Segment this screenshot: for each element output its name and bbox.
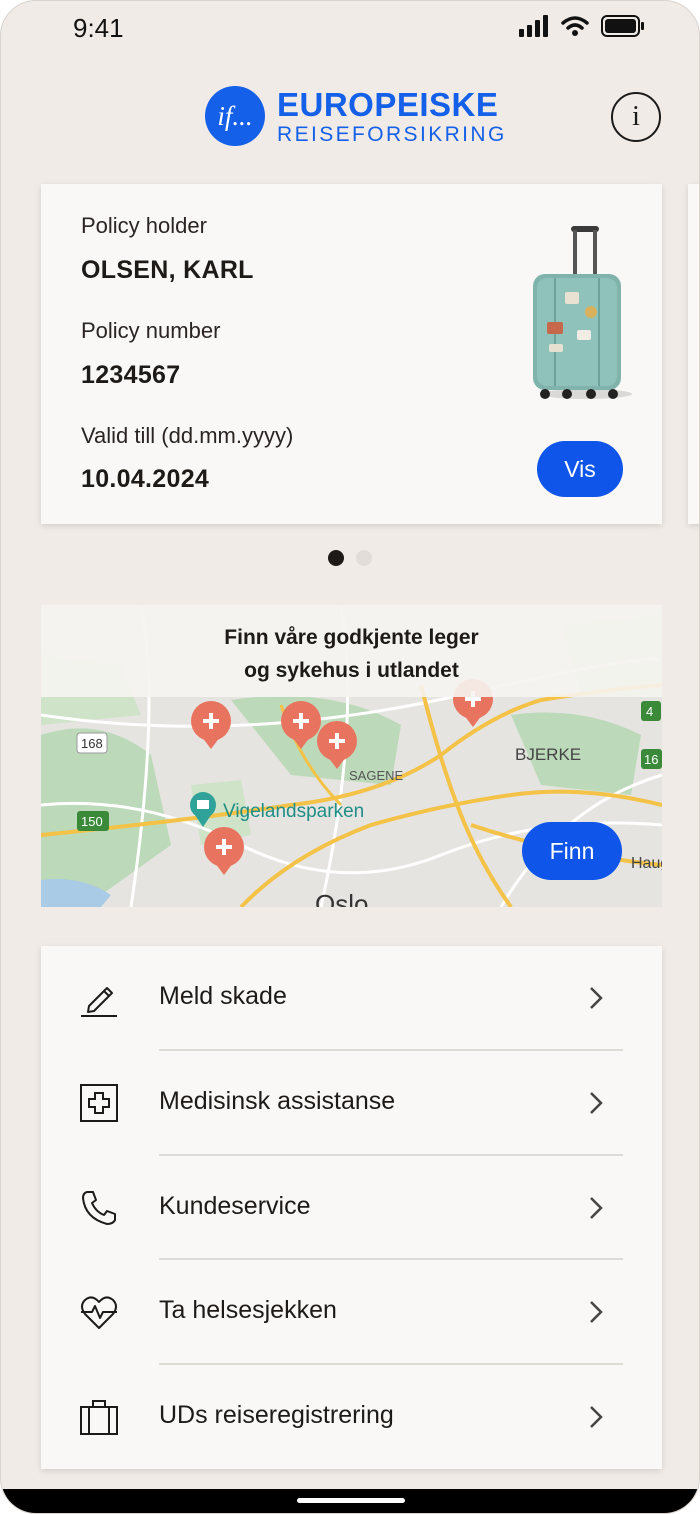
chevron-right-icon (590, 1301, 603, 1323)
pagination-dot-active[interactable] (328, 550, 344, 566)
map-title-line2: og sykehus i utlandet (244, 659, 459, 682)
briefcase-icon (80, 1400, 118, 1435)
policy-number-label: Policy number (81, 318, 221, 343)
map-label-bjerke: BJERKE (515, 745, 582, 764)
brand-title: EUROPEISKE (277, 85, 499, 123)
road-label-168: 168 (81, 736, 103, 751)
map-label-sagene: SAGENE (349, 768, 404, 783)
map-label-vigelandsparken: Vigelandsparken (223, 801, 365, 822)
policy-holder-value: OLSEN, KARL (81, 256, 254, 284)
chevron-right-icon (590, 1092, 603, 1114)
medical-cross-icon (80, 1084, 118, 1122)
info-icon[interactable]: i (611, 92, 661, 142)
menu-item-label: Meld skade (159, 982, 287, 1010)
map-label-haugen: Hauge (631, 855, 662, 872)
chevron-right-icon (590, 1406, 603, 1428)
policy-holder-label: Policy holder (81, 213, 207, 238)
valid-till-label: Valid till (dd.mm.yyyy) (81, 423, 294, 448)
pagination-dot[interactable] (356, 550, 372, 566)
policy-card: Policy holder OLSEN, KARL Policy number … (41, 184, 662, 524)
valid-till-value: 10.04.2024 (81, 465, 210, 493)
phone-screen: 9:41 if... EUROPEISKE REISEFORSIKRING i … (0, 0, 700, 1514)
signal-icon (519, 15, 548, 37)
chevron-right-icon (590, 1197, 603, 1219)
menu-item-kundeservice[interactable]: Kundeservice (41, 1156, 662, 1260)
vis-button[interactable]: Vis (537, 441, 623, 497)
finn-button[interactable]: Finn (522, 822, 622, 880)
map-label-oslo: Oslo (315, 889, 369, 907)
chevron-right-icon (590, 987, 603, 1009)
suitcase-icon (533, 226, 632, 399)
menu-item-ta-helsesjekken[interactable]: Ta helsesjekken (41, 1260, 662, 1364)
heart-pulse-icon (81, 1296, 117, 1329)
map-title: Finn våre godkjente leger og sykehus i u… (41, 621, 662, 687)
menu-item-label: UDs reiseregistrering (159, 1401, 394, 1429)
menu-list: Meld skade Medisinsk assistanse Kundeser… (41, 946, 662, 1469)
logo-mark: if... (205, 86, 265, 146)
status-time: 9:41 (73, 13, 124, 43)
road-label-150: 150 (81, 814, 103, 829)
menu-item-label: Ta helsesjekken (159, 1296, 337, 1324)
home-indicator[interactable] (297, 1498, 405, 1503)
menu-item-medisinsk-assistanse[interactable]: Medisinsk assistanse (41, 1051, 662, 1155)
menu-item-label: Medisinsk assistanse (159, 1087, 396, 1115)
menu-item-uds-reiseregistrering[interactable]: UDs reiseregistrering (41, 1365, 662, 1469)
logo-text: EUROPEISKE REISEFORSIKRING (277, 88, 507, 145)
policy-number-value: 1234567 (81, 361, 181, 389)
road-label-4: 4 (646, 704, 654, 719)
next-policy-card[interactable] (688, 184, 699, 524)
status-icons (519, 15, 645, 37)
pencil-icon (81, 987, 117, 1017)
phone-icon (82, 1191, 116, 1225)
map-title-line1: Finn våre godkjente leger (224, 626, 479, 649)
brand-logo: if... EUROPEISKE REISEFORSIKRING (205, 86, 507, 146)
menu-item-meld-skade[interactable]: Meld skade (41, 946, 662, 1050)
road-label-16: 16 (644, 752, 659, 767)
battery-icon (601, 15, 644, 37)
menu-item-label: Kundeservice (159, 1192, 311, 1220)
brand-subtitle: REISEFORSIKRING (277, 122, 507, 146)
wifi-icon (561, 16, 589, 36)
map-card[interactable]: 168 150 4 16 BJERKE SAGENE Vigelandspark… (41, 605, 662, 907)
pagination-dots (328, 550, 372, 566)
